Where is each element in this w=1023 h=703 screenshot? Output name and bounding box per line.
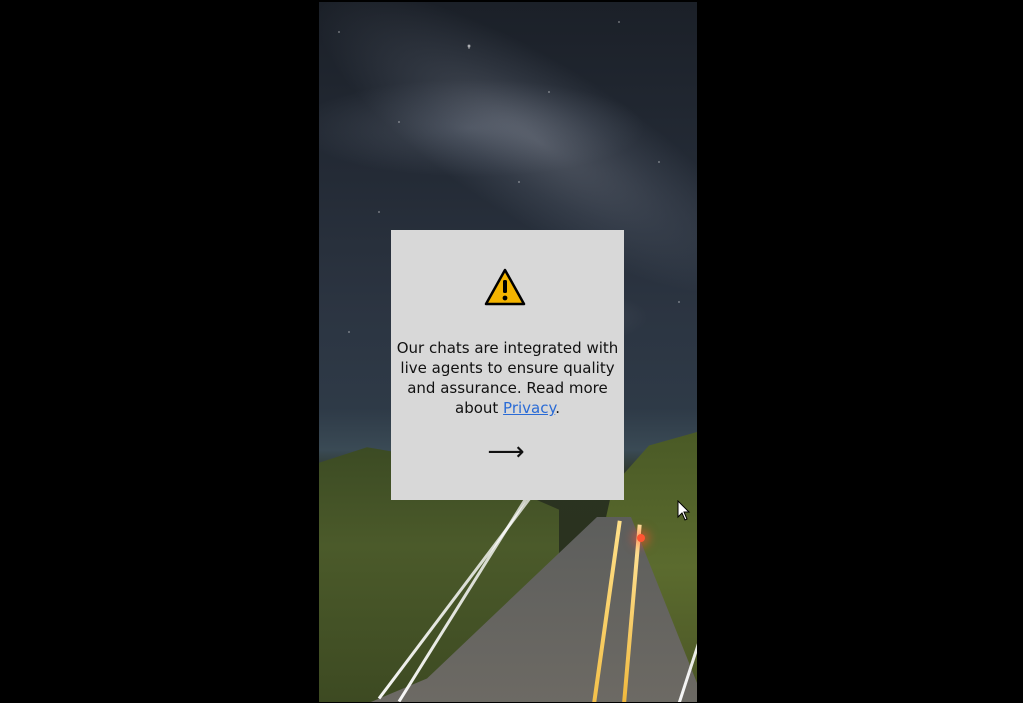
privacy-link[interactable]: Privacy xyxy=(503,399,555,417)
screen-viewport: Our chats are integrated with live agent… xyxy=(0,0,1023,703)
message-period: . xyxy=(555,399,560,417)
next-arrow-button[interactable]: ⟶ xyxy=(486,437,526,467)
warning-icon xyxy=(484,268,526,306)
tail-light xyxy=(637,534,645,542)
privacy-notice-dialog: Our chats are integrated with live agent… xyxy=(391,230,624,500)
arrow-right-icon: ⟶ xyxy=(487,437,525,467)
privacy-message: Our chats are integrated with live agent… xyxy=(391,338,624,418)
mouse-pointer-icon xyxy=(677,500,691,521)
